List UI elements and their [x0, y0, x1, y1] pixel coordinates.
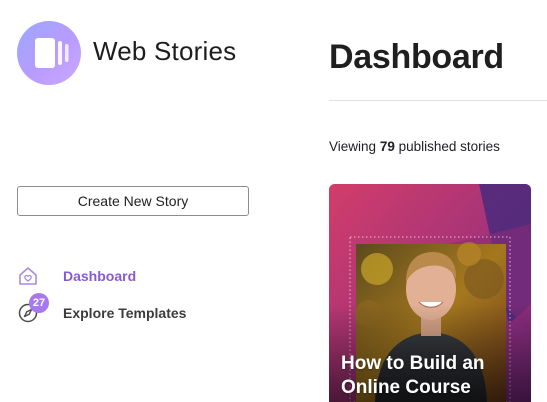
- viewing-suffix: published stories: [398, 139, 500, 154]
- page-title: Dashboard: [329, 38, 504, 76]
- published-count: 79: [379, 139, 395, 154]
- viewing-prefix: Viewing: [329, 139, 377, 154]
- title-divider: [329, 100, 547, 101]
- home-icon: [17, 265, 39, 287]
- sidebar-item-dashboard[interactable]: Dashboard: [17, 265, 136, 287]
- create-new-story-button[interactable]: Create New Story: [17, 186, 249, 216]
- story-card[interactable]: How to Build an Online Course: [329, 184, 531, 402]
- story-title: How to Build an Online Course: [341, 353, 485, 398]
- web-stories-logo-icon: [17, 21, 81, 85]
- brand-name: Web Stories: [93, 36, 237, 66]
- published-count-text: Viewing 79 published stories: [329, 139, 500, 154]
- sidebar-item-label: Dashboard: [63, 268, 137, 284]
- templates-count-badge: 27: [29, 293, 49, 313]
- sidebar-item-label: Explore Templates: [63, 305, 187, 321]
